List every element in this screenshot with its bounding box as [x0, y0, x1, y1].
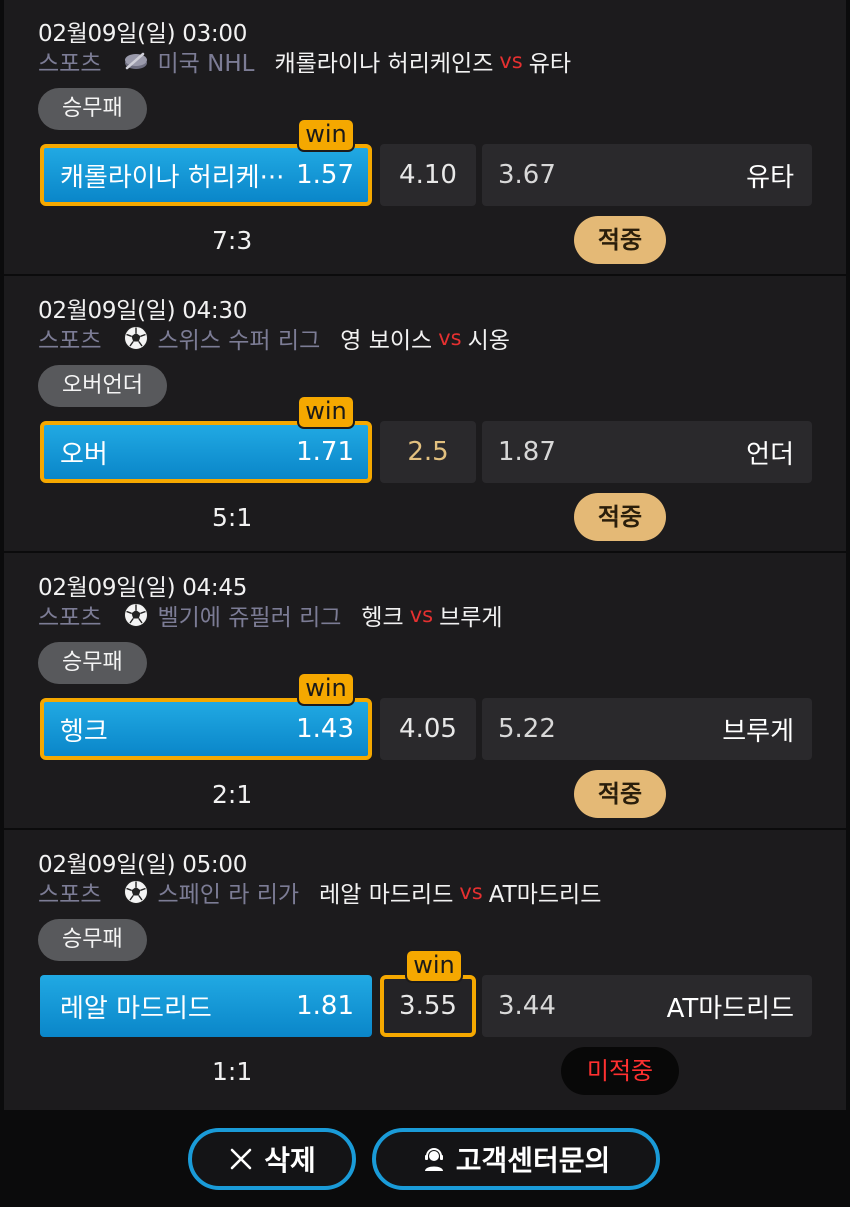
away-odds-button[interactable]: 3.67 유타 [482, 144, 812, 206]
divider [4, 828, 846, 830]
league-name: 벨기에 쥬필러 리그 [157, 605, 342, 631]
line-value-cell[interactable]: 2.5 [380, 421, 476, 483]
away-odds-button[interactable]: 3.44 AT마드리드 [482, 975, 812, 1037]
match-time: 02월09일(일) 04:45 [38, 575, 248, 601]
match-score: 5:1 [212, 503, 253, 532]
sport-category: 스포츠 [38, 51, 102, 77]
home-team: 영 보이스 [340, 328, 433, 354]
market-type-badge: 승무패 [38, 642, 147, 684]
match-time: 02월09일(일) 05:00 [38, 852, 248, 878]
bet-history-list: 02월09일(일) 03:00 스포츠 미국 NHL 캐롤라이나 허리케인즈 v… [4, 0, 846, 1110]
match-score: 2:1 [212, 780, 253, 809]
draw-odds-value: 4.05 [399, 714, 457, 744]
line-value: 2.5 [407, 437, 449, 467]
match-score: 7:3 [212, 226, 253, 255]
result-badge-hit: 적중 [574, 216, 666, 264]
vs-label: vs [438, 326, 462, 350]
bet-card: 02월09일(일) 04:45 스포츠 벨기에 쥬필러 리그 헹크 vs 브루게… [4, 554, 846, 830]
delete-button[interactable]: 삭제 [188, 1128, 356, 1190]
home-odds-button[interactable]: 레알 마드리드 1.81 [40, 975, 372, 1037]
close-icon [230, 1148, 252, 1170]
delete-label: 삭제 [264, 1144, 316, 1177]
match-info: 스포츠 스페인 라 리가 레알 마드리드 vs AT마드리드 [38, 875, 601, 909]
win-tag: win [297, 395, 355, 429]
home-team: 캐롤라이나 허리케인즈 [274, 51, 494, 77]
away-team: 시옹 [467, 328, 510, 354]
bet-card: 02월09일(일) 04:30 스포츠 스위스 수퍼 리그 영 보이스 vs 시… [4, 277, 846, 553]
league-name: 스위스 수퍼 리그 [157, 328, 321, 354]
away-option-label: 유타 [746, 162, 794, 193]
away-odds-value: 5.22 [498, 714, 556, 744]
match-time: 02월09일(일) 03:00 [38, 21, 248, 47]
away-option-label: AT마드리드 [666, 993, 794, 1024]
under-option-label: 언더 [746, 439, 794, 470]
vs-label: vs [459, 880, 483, 904]
divider [4, 274, 846, 276]
match-time: 02월09일(일) 04:30 [38, 298, 248, 324]
soccer-ball-icon [124, 326, 149, 350]
away-team: 브루게 [439, 605, 503, 631]
support-label: 고객센터문의 [455, 1144, 611, 1177]
draw-odds-button[interactable]: 4.10 [380, 144, 476, 206]
draw-odds-value: 3.55 [399, 991, 457, 1021]
market-type-badge: 승무패 [38, 88, 147, 130]
win-tag: win [405, 949, 463, 983]
home-odds-button[interactable]: 헹크 1.43 [40, 698, 372, 760]
hockey-puck-icon [125, 52, 148, 70]
sport-category: 스포츠 [38, 605, 102, 631]
away-odds-button[interactable]: 5.22 브루게 [482, 698, 812, 760]
market-type-badge: 승무패 [38, 919, 147, 961]
under-odds-value: 1.87 [498, 437, 556, 467]
away-odds-value: 3.67 [498, 160, 556, 190]
result-badge-hit: 적중 [574, 493, 666, 541]
vs-label: vs [499, 49, 523, 73]
over-odds-value: 1.71 [296, 437, 354, 467]
soccer-ball-icon [124, 603, 149, 627]
match-score: 1:1 [212, 1057, 253, 1086]
away-option-label: 브루게 [722, 716, 794, 747]
home-team: 레알 마드리드 [319, 882, 454, 908]
bet-card: 02월09일(일) 05:00 스포츠 스페인 라 리가 레알 마드리드 vs … [4, 831, 846, 1107]
bottom-action-bar: 삭제 고객센터문의 [0, 1110, 850, 1207]
home-team: 헹크 [361, 605, 404, 631]
home-option-label: 헹크 [60, 716, 108, 747]
match-info: 스포츠 미국 NHL 캐롤라이나 허리케인즈 vs 유타 [38, 44, 571, 78]
draw-odds-button[interactable]: 4.05 [380, 698, 476, 760]
customer-support-button[interactable]: 고객센터문의 [372, 1128, 660, 1190]
match-info: 스포츠 스위스 수퍼 리그 영 보이스 vs 시옹 [38, 321, 510, 355]
win-tag: win [297, 672, 355, 706]
away-team: AT마드리드 [488, 882, 602, 908]
vs-label: vs [409, 603, 434, 627]
over-odds-button[interactable]: 오버 1.71 [40, 421, 372, 483]
market-type-badge: 오버언더 [38, 365, 167, 407]
away-team: 유타 [528, 51, 572, 77]
result-badge-hit: 적중 [574, 770, 666, 818]
home-option-label: 레알 마드리드 [60, 993, 212, 1024]
home-odds-value: 1.81 [296, 991, 354, 1021]
divider [4, 551, 846, 553]
home-odds-value: 1.43 [296, 714, 354, 744]
bet-card: 02월09일(일) 03:00 스포츠 미국 NHL 캐롤라이나 허리케인즈 v… [4, 0, 846, 276]
draw-odds-value: 4.10 [399, 160, 457, 190]
match-info: 스포츠 벨기에 쥬필러 리그 헹크 vs 브루게 [38, 598, 503, 632]
home-odds-button[interactable]: 캐롤라이나 허리케··· 1.57 [40, 144, 372, 206]
soccer-ball-icon [124, 880, 149, 904]
league-name: 미국 NHL [157, 51, 255, 77]
league-name: 스페인 라 리가 [157, 882, 300, 908]
sport-category: 스포츠 [38, 882, 102, 908]
home-odds-value: 1.57 [296, 160, 354, 190]
under-odds-button[interactable]: 1.87 언더 [482, 421, 812, 483]
away-odds-value: 3.44 [498, 991, 556, 1021]
home-option-label: 캐롤라이나 허리케··· [60, 162, 285, 193]
result-badge-miss: 미적중 [561, 1047, 679, 1095]
win-tag: win [297, 118, 355, 152]
headset-agent-icon [424, 1148, 443, 1171]
sport-category: 스포츠 [38, 328, 102, 354]
draw-odds-button[interactable]: 3.55 [380, 975, 476, 1037]
over-option-label: 오버 [60, 439, 108, 470]
